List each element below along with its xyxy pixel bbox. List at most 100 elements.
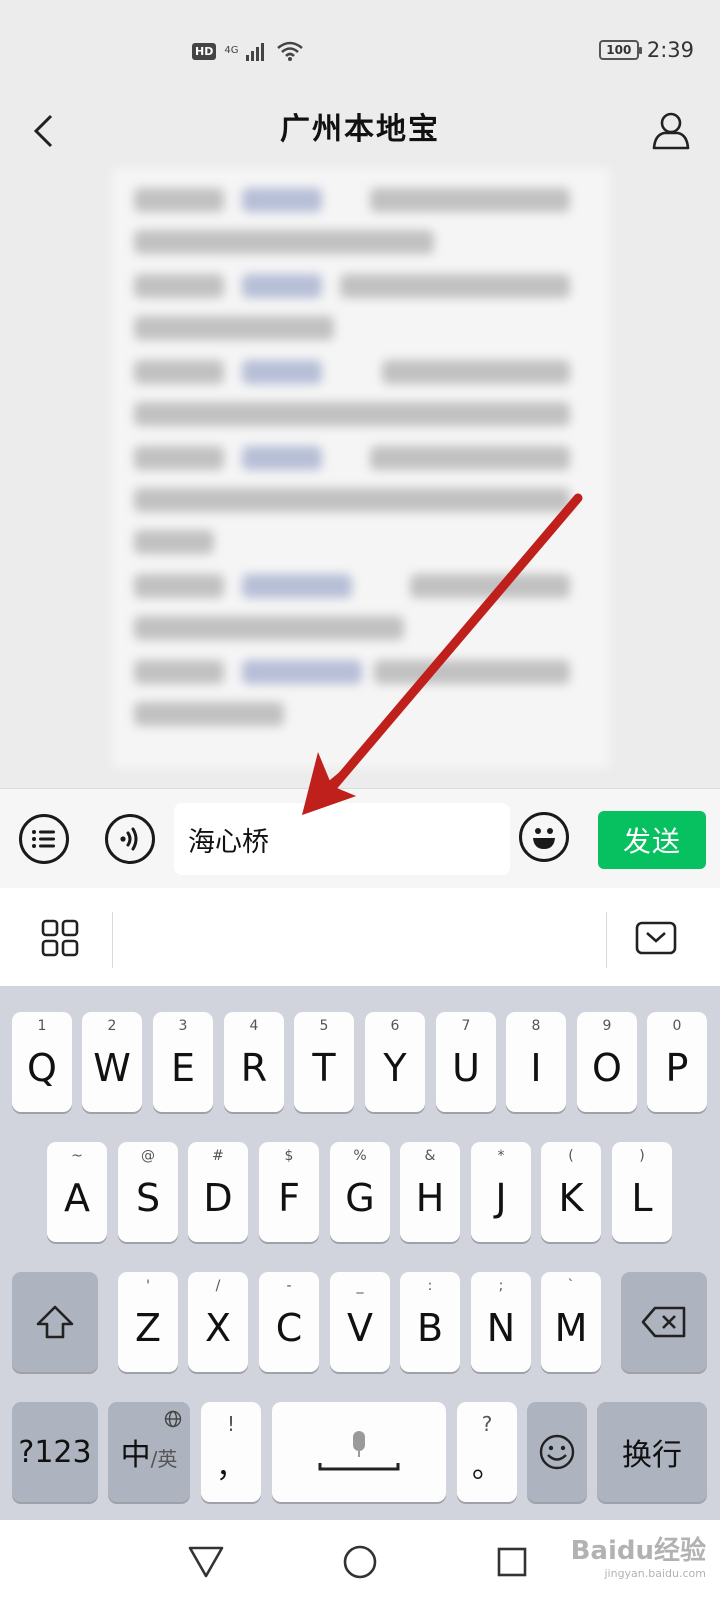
key-hint: 1 [37, 1018, 47, 1034]
key-f[interactable]: $ F [259, 1142, 319, 1242]
key-hint: 3 [178, 1018, 188, 1034]
key-label: V [347, 1306, 373, 1350]
key-s[interactable]: @ S [118, 1142, 178, 1242]
key-hint: ; [498, 1278, 504, 1294]
language-switch-key[interactable]: 中/英 [108, 1402, 190, 1502]
numbers-key[interactable]: ?123 [12, 1402, 98, 1502]
key-hint: $ [284, 1148, 294, 1164]
key-label: G [345, 1176, 375, 1220]
key-hint: - [286, 1278, 292, 1294]
key-u[interactable]: 7U [436, 1012, 496, 1112]
key-w[interactable]: 2W [82, 1012, 142, 1112]
key-m[interactable]: ` M [541, 1272, 601, 1372]
emoji-icon [533, 828, 555, 849]
status-right: 100 2:39 [598, 38, 694, 62]
chat-area [0, 168, 720, 788]
key-label: U [452, 1046, 480, 1090]
key-hint: 4 [249, 1018, 259, 1034]
key-label: T [312, 1046, 336, 1090]
key-r[interactable]: 4R [224, 1012, 284, 1112]
key-label: ， [216, 1450, 246, 1485]
key-o[interactable]: 9O [577, 1012, 637, 1112]
key-hint: 9 [602, 1018, 612, 1034]
comma-key[interactable]: !， [201, 1402, 261, 1502]
key-y[interactable]: 6Y [365, 1012, 425, 1112]
key-label: O [592, 1046, 622, 1090]
nav-recents-button[interactable] [486, 1536, 538, 1588]
profile-button[interactable] [644, 104, 698, 158]
nav-back-button[interactable] [180, 1536, 232, 1588]
key-hint: ( [568, 1148, 574, 1164]
key-l[interactable]: ) L [612, 1142, 672, 1242]
key-x[interactable]: / X [188, 1272, 248, 1372]
signal-icon [246, 43, 265, 61]
key-label: F [278, 1176, 300, 1220]
period-key[interactable]: ?。 [457, 1402, 517, 1502]
key-label: P [665, 1046, 689, 1090]
emoji-button[interactable] [519, 812, 569, 862]
message-input[interactable] [174, 803, 510, 875]
key-k[interactable]: (K [541, 1142, 601, 1242]
key-label: D [203, 1176, 233, 1220]
key-label: W [93, 1046, 131, 1090]
grid-button[interactable] [36, 914, 84, 962]
globe-icon [164, 1410, 182, 1428]
emoji-icon [539, 1434, 575, 1470]
key-j[interactable]: * J [471, 1142, 531, 1242]
delete-key[interactable] [621, 1272, 707, 1372]
key-label: ?123 [18, 1434, 92, 1470]
key-hint: : [427, 1278, 433, 1294]
key-hint: @ [141, 1148, 155, 1164]
key-p[interactable]: 0P [647, 1012, 707, 1112]
key-a[interactable]: ~ A [47, 1142, 107, 1242]
voice-button[interactable] [105, 814, 155, 864]
key-hint: ~ [71, 1148, 83, 1164]
battery-icon: 100 [598, 40, 642, 60]
toolbar-divider-left [112, 912, 113, 968]
key-h[interactable]: & H [400, 1142, 460, 1242]
wifi-icon [277, 41, 304, 61]
voice-icon [120, 827, 138, 851]
shift-icon [36, 1305, 74, 1339]
shift-key[interactable] [12, 1272, 98, 1372]
key-g[interactable]: % G [330, 1142, 390, 1242]
nav-home-button[interactable] [334, 1536, 386, 1588]
key-hint: ? [481, 1412, 493, 1436]
key-label: N [486, 1306, 516, 1350]
key-q[interactable]: 1Q [12, 1012, 72, 1112]
key-hint: 6 [390, 1018, 400, 1034]
keyboard: 1Q 2W 3E 4R 5T 6Y 7U 8I 9O 0P ~ A @ S # D $… [0, 986, 720, 1520]
enter-key[interactable]: 换行 [597, 1402, 707, 1502]
keyboard-toolbar [0, 888, 720, 986]
key-d[interactable]: # D [188, 1142, 248, 1242]
list-button[interactable] [19, 814, 69, 864]
send-button[interactable]: 发送 [598, 811, 706, 869]
key-e[interactable]: 3E [153, 1012, 213, 1112]
grid-icon [41, 919, 79, 957]
square-recents-icon [497, 1547, 527, 1577]
system-nav-bar: Baidu经验 jingyan.baidu.com [0, 1520, 720, 1600]
key-label: A [64, 1176, 90, 1220]
keyboard-collapse-icon [635, 921, 677, 955]
key-v[interactable]: _ V [330, 1272, 390, 1372]
collapse-keyboard-button[interactable] [632, 916, 680, 960]
mic-icon [318, 1431, 400, 1471]
key-n[interactable]: ; N [471, 1272, 531, 1372]
key-hint: 5 [319, 1018, 329, 1034]
key-t[interactable]: 5T [294, 1012, 354, 1112]
key-z[interactable]: ' Z [118, 1272, 178, 1372]
key-hint: * [497, 1148, 505, 1164]
key-hint: / [215, 1278, 221, 1294]
key-i[interactable]: 8I [506, 1012, 566, 1112]
page-title: 广州本地宝 [280, 112, 440, 147]
key-b[interactable]: :B [400, 1272, 460, 1372]
key-hint: ` [567, 1278, 575, 1294]
key-c[interactable]: -C [259, 1272, 319, 1372]
space-key[interactable] [272, 1402, 446, 1502]
emoji-key[interactable] [527, 1402, 587, 1502]
key-hint: 0 [672, 1018, 682, 1034]
clock: 2:39 [646, 38, 694, 62]
key-label: M [554, 1306, 588, 1350]
status-left: HD 4G [192, 40, 304, 62]
key-label: Q [27, 1046, 57, 1090]
